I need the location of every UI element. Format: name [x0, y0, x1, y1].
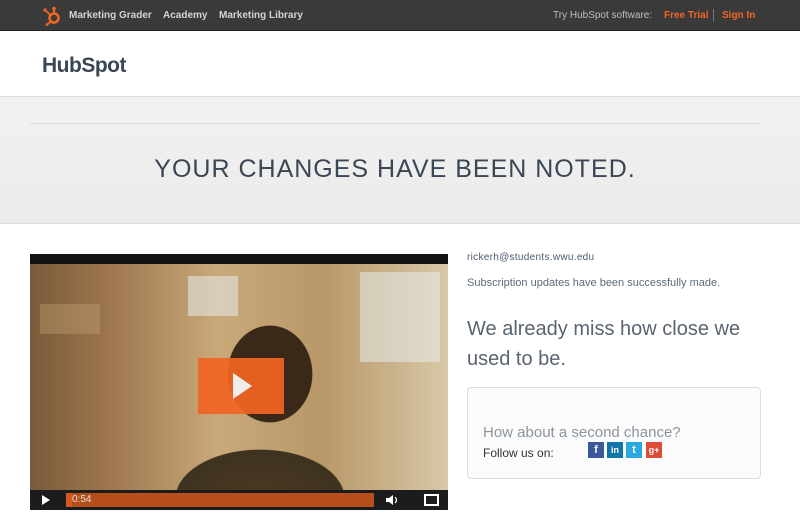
status-message: Subscription updates have been successfu…: [467, 277, 721, 289]
top-nav-bar: Marketing Grader Academy Marketing Libra…: [0, 0, 800, 31]
hubspot-sprocket-icon[interactable]: [42, 6, 62, 26]
twitter-icon[interactable]: t: [626, 442, 642, 458]
free-trial-link[interactable]: Free Trial: [664, 10, 708, 21]
video-controls: 0:54: [30, 490, 448, 510]
second-chance-question: How about a second chance?: [483, 424, 681, 441]
play-icon: [233, 373, 252, 399]
facebook-icon[interactable]: f: [588, 442, 604, 458]
page-title: YOUR CHANGES HAVE BEEN NOTED.: [154, 155, 636, 183]
sign-in-link[interactable]: Sign In: [722, 10, 755, 21]
video-player[interactable]: 0:54: [30, 254, 448, 510]
nav-academy[interactable]: Academy: [163, 10, 207, 21]
headline-message: We already miss how close we used to be.: [467, 318, 741, 370]
account-email: rickerh@students.wwu.edu: [467, 252, 595, 263]
fullscreen-icon[interactable]: [424, 494, 439, 506]
hero-banner: YOUR CHANGES HAVE BEEN NOTED.: [0, 97, 800, 224]
hero-divider: [30, 123, 760, 124]
volume-icon[interactable]: [386, 495, 400, 505]
try-hubspot-text: Try HubSpot software:: [553, 10, 653, 21]
nav-marketing-grader[interactable]: Marketing Grader: [69, 10, 152, 21]
google-plus-icon[interactable]: g+: [646, 442, 662, 458]
background-window: [40, 304, 100, 334]
hubspot-logo-icon[interactable]: HubSpot: [42, 51, 126, 81]
background-window: [188, 276, 238, 316]
background-window: [360, 272, 440, 362]
logo-header: HubSpot: [0, 31, 800, 97]
progress-bar[interactable]: [66, 493, 374, 507]
second-chance-box: How about a second chance? Follow us on:…: [467, 387, 761, 479]
linkedin-icon[interactable]: in: [607, 442, 623, 458]
video-time: 0:54: [72, 494, 92, 505]
control-play-icon[interactable]: [42, 495, 50, 505]
nav-marketing-library[interactable]: Marketing Library: [219, 10, 303, 21]
logo-text: HubSpot: [42, 54, 126, 77]
big-play-button[interactable]: [198, 358, 284, 414]
nav-divider: [713, 9, 714, 22]
follow-label: Follow us on:: [483, 446, 554, 460]
